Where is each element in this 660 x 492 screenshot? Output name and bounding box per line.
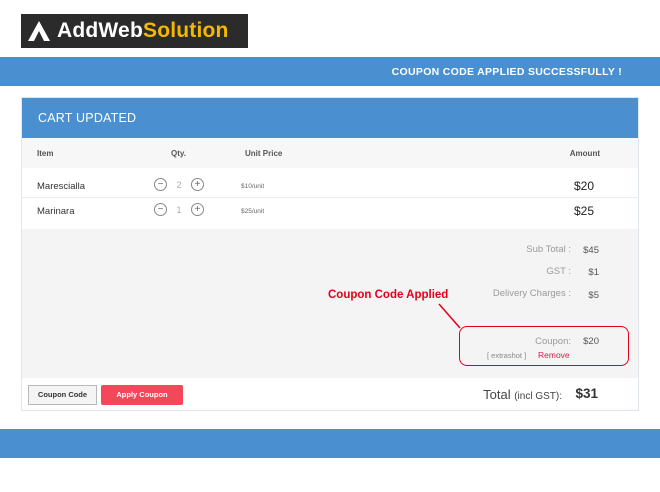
cart-item-row: Marescialla − 2 + $10/unit $20 [22,173,638,198]
column-header-amount: Amount [569,149,600,158]
column-header-unit-price: Unit Price [245,149,283,158]
total-value: $31 [575,386,598,401]
success-banner: COUPON CODE APPLIED SUCCESSFULLY ! [0,57,660,86]
success-message: COUPON CODE APPLIED SUCCESSFULLY ! [391,66,622,78]
total-label-text: Total [483,387,511,402]
item-unit-price: $25/unit [241,208,265,215]
brand-name-part1: AddWeb [57,19,143,42]
applied-coupon-code: [ extrashot ] [487,351,527,360]
quantity-stepper: − 2 + [154,178,204,191]
subtotal-value: $45 [583,245,599,256]
subtotal-label: Sub Total : [526,244,571,255]
gst-label: GST : [546,266,571,277]
brand-name: AddWebSolution [57,19,229,43]
cart-panel: CART UPDATED Item Qty. Unit Price Amount… [21,97,639,411]
increase-quantity-button[interactable]: + [191,203,204,216]
coupon-discount-value: $20 [583,336,599,347]
quantity-value: 1 [176,204,182,215]
cart-title: CART UPDATED [22,98,638,138]
footer-bar [0,429,660,458]
logo-icon [28,21,50,41]
cart-item-row: Marinara − 1 + $25/unit $25 [22,198,638,223]
brand-logo[interactable]: AddWebSolution [21,14,248,48]
decrease-quantity-button[interactable]: − [154,203,167,216]
total-label-suffix: (incl GST): [514,391,562,402]
apply-coupon-button[interactable]: Apply Coupon [101,385,183,405]
column-header-item: Item [37,149,54,158]
delivery-charges-label: Delivery Charges : [492,288,571,299]
coupon-applied-annotation: Coupon Code Applied [328,289,449,301]
gst-value: $1 [588,267,599,278]
cart-items: Marescialla − 2 + $10/unit $20 Marinara … [22,168,638,228]
quantity-stepper: − 1 + [154,203,204,216]
item-name: Marescialla [37,181,86,192]
column-header-qty: Qty. [171,149,186,158]
item-amount: $20 [573,179,594,193]
coupon-label: Coupon: [535,336,571,347]
cart-footer: Coupon Code Apply Coupon Total (incl GST… [22,379,638,411]
total-label: Total (incl GST): [483,387,562,402]
increase-quantity-button[interactable]: + [191,178,204,191]
coupon-code-input-button[interactable]: Coupon Code [28,385,97,405]
page: AddWebSolution COUPON CODE APPLIED SUCCE… [0,0,660,492]
item-name: Marinara [37,206,75,217]
item-unit-price: $10/unit [241,183,265,190]
brand-name-part2: Solution [142,19,229,42]
decrease-quantity-button[interactable]: − [154,178,167,191]
quantity-value: 2 [176,179,182,190]
order-summary: Sub Total : $45 GST : $1 Delivery Charge… [22,229,638,378]
delivery-charges-value: $5 [588,290,599,301]
cart-column-headers: Item Qty. Unit Price Amount [22,138,638,168]
remove-coupon-link[interactable]: Remove [538,350,570,360]
item-amount: $25 [573,204,594,218]
